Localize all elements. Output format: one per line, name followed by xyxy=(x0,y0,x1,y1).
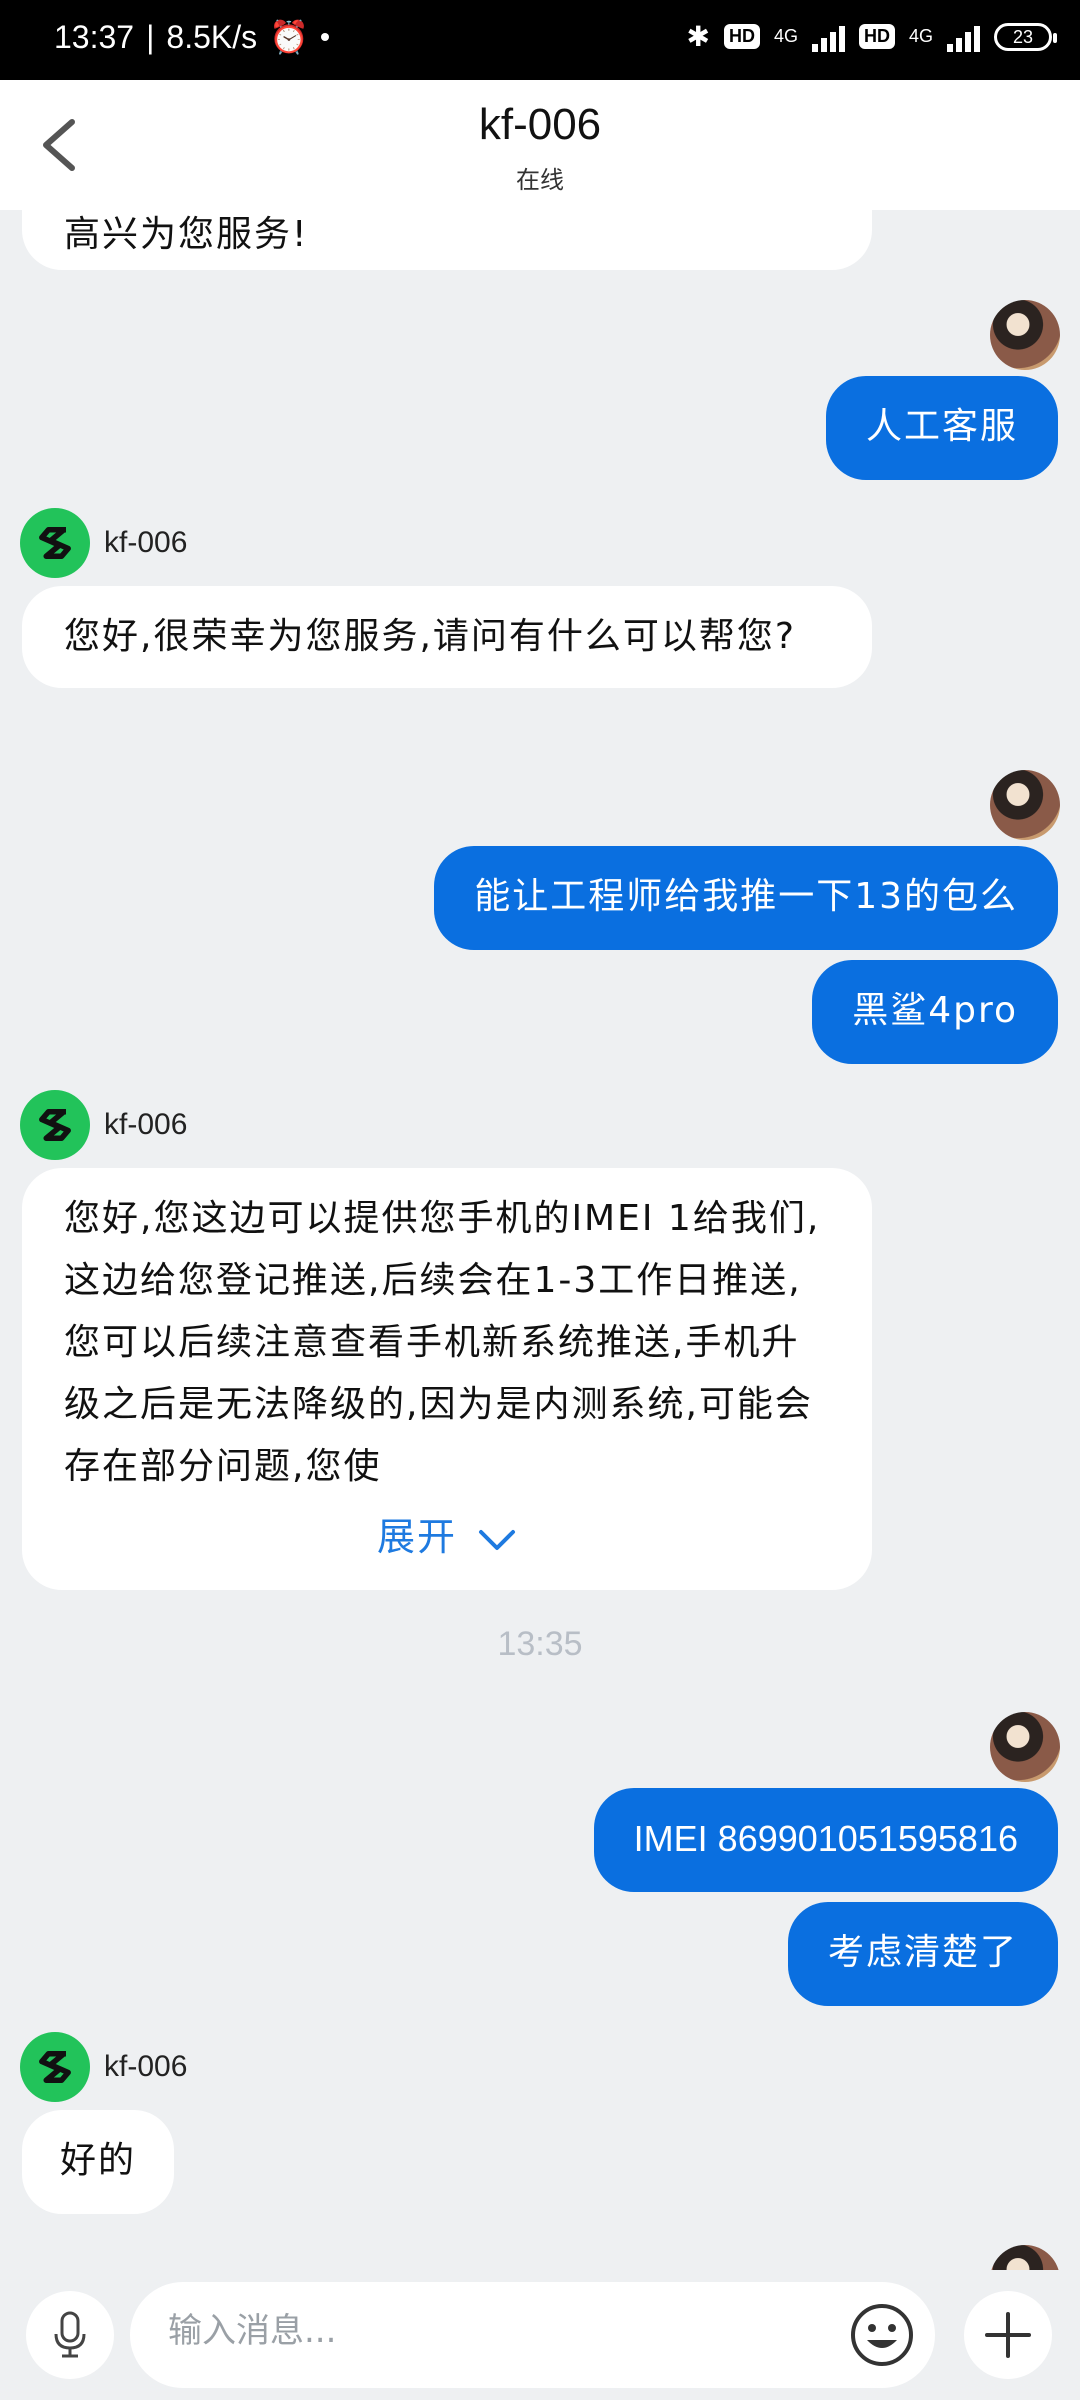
signal-icon-2 xyxy=(947,22,980,52)
agent-logo-icon[interactable] xyxy=(20,1090,90,1160)
message-text: 考虑清楚了 xyxy=(827,1932,1018,1973)
agent-name: kf-006 xyxy=(104,1108,188,1141)
agent-header: kf-006 xyxy=(20,2032,187,2102)
message-outgoing[interactable]: 人工客服 xyxy=(825,376,1058,480)
agent-header: kf-006 xyxy=(20,508,187,578)
emoji-icon[interactable] xyxy=(849,2302,915,2368)
message-outgoing[interactable]: 黑鲨4pro xyxy=(812,960,1058,1064)
user-avatar[interactable] xyxy=(990,770,1060,840)
status-time: 13:37 xyxy=(54,18,135,55)
expand-label: 展开 xyxy=(376,1515,457,1559)
chat-area[interactable]: 高兴为您服务! 人工客服 kf-006 您好,很荣幸为您服务,请问有什么可以帮您… xyxy=(0,210,1080,2270)
message-input-field[interactable] xyxy=(130,2282,935,2388)
message-text: 能让工程师给我推一下13的包么 xyxy=(474,876,1018,917)
message-text: 您好,很荣幸为您服务,请问有什么可以帮您? xyxy=(64,616,796,657)
message-text: 黑鲨4pro xyxy=(852,990,1018,1031)
message-incoming[interactable]: 您好,很荣幸为您服务,请问有什么可以帮您? xyxy=(22,586,872,688)
voice-button[interactable] xyxy=(26,2291,114,2379)
alarm-icon: ⏰ xyxy=(269,19,309,55)
notification-dot-icon xyxy=(320,33,329,41)
plus-icon xyxy=(985,2312,1031,2358)
message-incoming[interactable]: 高兴为您服务! xyxy=(22,210,872,270)
status-left: 13:37 | 8.5K/s ⏰ xyxy=(54,18,329,56)
agent-header: kf-006 xyxy=(20,1090,187,1160)
microphone-icon xyxy=(54,2311,86,2358)
agent-name: kf-006 xyxy=(104,526,188,559)
user-avatar[interactable] xyxy=(990,300,1060,370)
message-text: 人工客服 xyxy=(865,406,1018,447)
message-input[interactable] xyxy=(166,2310,830,2352)
message-incoming[interactable]: 好的 xyxy=(22,2110,175,2214)
add-button[interactable] xyxy=(964,2291,1052,2379)
message-outgoing[interactable]: 能让工程师给我推一下13的包么 xyxy=(434,846,1058,950)
message-outgoing[interactable]: IMEI 869901051595816 xyxy=(593,1788,1058,1892)
message-text: 您好,您这边可以提供您手机的IMEI 1给我们,这边给您登记推送,后续会在1-3… xyxy=(64,1198,821,1487)
message-incoming-collapsed[interactable]: 您好,您这边可以提供您手机的IMEI 1给我们,这边给您登记推送,后续会在1-3… xyxy=(22,1168,872,1590)
status-speed: 8.5K/s xyxy=(166,18,258,55)
expand-button[interactable]: 展开 xyxy=(22,1506,872,1568)
message-text: 高兴为您服务! xyxy=(64,214,309,255)
status-right: ✱ HD 4G HD 4G 23 xyxy=(686,20,1057,53)
agent-logo-icon[interactable] xyxy=(20,2032,90,2102)
input-bar xyxy=(0,2270,1080,2400)
timestamp: 13:35 xyxy=(497,1625,583,1663)
bluetooth-icon: ✱ xyxy=(686,21,710,52)
status-divider: | xyxy=(146,18,155,55)
page-title: kf-006 xyxy=(478,100,602,149)
chat-header: kf-006 在线 xyxy=(0,80,1080,210)
online-status: 在线 xyxy=(516,166,564,194)
network-type-2: 4G xyxy=(908,26,933,46)
message-outgoing[interactable]: 考虑清楚了 xyxy=(787,1902,1058,2006)
battery-icon: 23 xyxy=(994,22,1057,51)
chevron-down-icon xyxy=(479,1529,516,1550)
hd-badge: HD xyxy=(723,24,760,49)
hd-badge-2: HD xyxy=(858,24,895,49)
signal-icon xyxy=(811,22,845,52)
user-avatar[interactable] xyxy=(990,2245,1060,2270)
network-type: 4G xyxy=(773,26,798,46)
message-text: IMEI 869901051595816 xyxy=(633,1818,1018,1859)
agent-logo-icon[interactable] xyxy=(20,508,90,578)
agent-name: kf-006 xyxy=(104,2050,188,2083)
message-text: 好的 xyxy=(60,2140,137,2181)
status-bar: 13:37 | 8.5K/s ⏰ ✱ HD 4G HD 4G 23 xyxy=(0,0,1080,80)
user-avatar[interactable] xyxy=(990,1712,1060,1782)
